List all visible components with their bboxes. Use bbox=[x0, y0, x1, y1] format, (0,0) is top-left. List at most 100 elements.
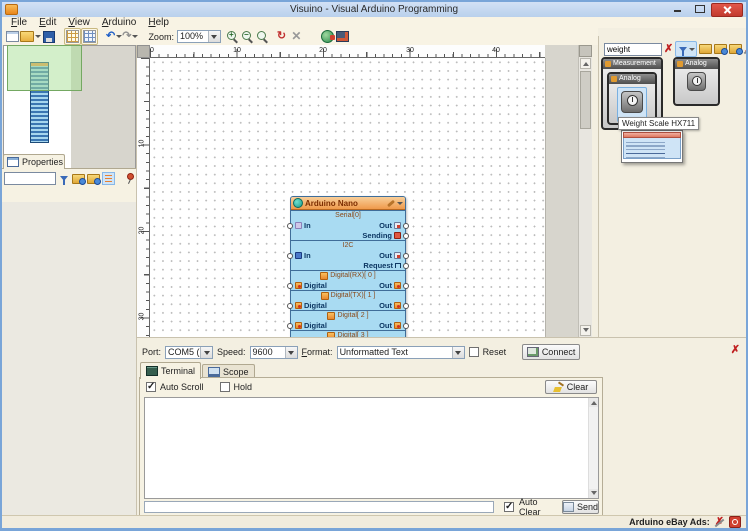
input-pin-connector[interactable] bbox=[287, 322, 293, 329]
menu-help[interactable]: Help bbox=[142, 17, 175, 28]
title-bar[interactable]: Visuino - Visual Arduino Programming bbox=[2, 2, 746, 17]
hold-label: Hold bbox=[233, 382, 253, 392]
filter-funnel-icon[interactable] bbox=[60, 176, 68, 185]
zoom-combobox[interactable]: 100% bbox=[176, 30, 221, 43]
expand-categories-icon[interactable] bbox=[714, 44, 729, 55]
properties-filter-input[interactable] bbox=[4, 172, 56, 185]
scroll-down-arrow[interactable] bbox=[580, 325, 591, 336]
redo-button[interactable]: ↷ bbox=[122, 29, 139, 44]
input-pin-connector[interactable] bbox=[287, 282, 293, 289]
canvas-vertical-scrollbar[interactable] bbox=[578, 45, 592, 337]
undo-icon: ↶ bbox=[106, 30, 116, 42]
expand-all-icon[interactable] bbox=[72, 173, 86, 185]
clear-search-icon[interactable]: ✗ bbox=[664, 43, 673, 55]
terminal-scroll-down[interactable] bbox=[589, 489, 598, 498]
undo-button[interactable]: ↶ bbox=[106, 29, 123, 44]
auto-clear-checkbox[interactable] bbox=[504, 501, 514, 512]
filter-dropdown-button[interactable] bbox=[675, 41, 698, 57]
arduino-nano-component[interactable]: Arduino Nano Serial[0] In Out Sending I2… bbox=[287, 196, 409, 351]
terminal-scroll-up[interactable] bbox=[589, 398, 598, 407]
pin-label: Request bbox=[363, 260, 393, 270]
analog-group-header[interactable]: Analog bbox=[675, 59, 718, 69]
port-combobox[interactable]: COM5 (Unav bbox=[165, 345, 214, 359]
weight-scale-component-button[interactable] bbox=[687, 72, 706, 96]
minimize-button[interactable] bbox=[667, 3, 688, 15]
section-title: Serial[0] bbox=[335, 212, 361, 219]
measurement-group-header[interactable]: Measurement bbox=[603, 59, 661, 69]
output-pin-connector[interactable] bbox=[403, 282, 409, 289]
disconnect-icon[interactable]: ✗ bbox=[731, 345, 740, 356]
scroll-up-arrow[interactable] bbox=[580, 58, 591, 69]
delete-button[interactable]: ✕ bbox=[289, 29, 304, 44]
output-pin-connector[interactable] bbox=[403, 222, 409, 229]
component-search-input[interactable] bbox=[604, 42, 662, 56]
pin-row: Digital Out bbox=[287, 300, 409, 310]
project-overview-minimap[interactable] bbox=[3, 45, 136, 170]
close-button[interactable] bbox=[711, 2, 743, 17]
auto-scroll-checkbox[interactable] bbox=[146, 381, 156, 392]
terminal-options-row: Auto Scroll Hold bbox=[146, 381, 253, 392]
category-folder-icon[interactable] bbox=[699, 44, 713, 54]
terminal-output[interactable] bbox=[144, 397, 599, 499]
zoom-in-button[interactable]: + bbox=[225, 29, 240, 44]
send-row: Auto Clear Send bbox=[144, 497, 599, 517]
component-title: Arduino Nano bbox=[305, 198, 358, 208]
wrench-icon[interactable] bbox=[386, 199, 396, 207]
zoom-reset-button[interactable] bbox=[255, 29, 270, 44]
output-pin-connector[interactable] bbox=[403, 252, 409, 259]
h-ruler-label: 40 bbox=[492, 47, 500, 54]
component-menu-icon[interactable] bbox=[397, 201, 403, 208]
menu-arduino[interactable]: Arduino bbox=[96, 17, 142, 28]
upload-to-arduino-button[interactable] bbox=[335, 29, 350, 44]
menu-view[interactable]: View bbox=[62, 17, 96, 28]
pin-panel-icon[interactable] bbox=[124, 173, 134, 184]
new-project-button[interactable] bbox=[5, 29, 20, 44]
minimap-viewport-rect[interactable] bbox=[7, 45, 82, 91]
hold-checkbox[interactable] bbox=[219, 382, 230, 392]
reset-checkbox[interactable] bbox=[468, 347, 479, 357]
analog-subgroup-header[interactable]: Analog bbox=[609, 74, 655, 84]
output-pin-connector[interactable] bbox=[403, 262, 409, 269]
input-pin-connector[interactable] bbox=[287, 222, 293, 229]
scrollbar-thumb[interactable] bbox=[580, 71, 591, 129]
h-ruler-label: 10 bbox=[233, 47, 241, 54]
terminal-scrollbar[interactable] bbox=[588, 398, 598, 498]
pin-row: In Out bbox=[287, 220, 409, 230]
tab-properties[interactable]: Properties bbox=[3, 154, 65, 169]
web-help-button[interactable] bbox=[320, 29, 335, 44]
connect-button[interactable]: Connect bbox=[522, 344, 581, 360]
show-grid-toggle[interactable] bbox=[81, 28, 98, 45]
snap-grid-toggle[interactable] bbox=[64, 28, 81, 45]
speed-dropdown-icon bbox=[284, 346, 297, 358]
send-text-input[interactable] bbox=[144, 501, 494, 513]
zoom-out-button[interactable]: − bbox=[240, 29, 255, 44]
output-pin-connector[interactable] bbox=[403, 232, 409, 239]
h-ruler-label: 20 bbox=[319, 47, 327, 54]
speed-combobox[interactable]: 9600 bbox=[249, 345, 298, 359]
collapse-categories-icon[interactable] bbox=[729, 44, 744, 55]
maximize-button[interactable] bbox=[689, 3, 710, 15]
clear-button[interactable]: Clear bbox=[545, 380, 597, 394]
menu-edit[interactable]: Edit bbox=[33, 17, 62, 28]
refresh-button[interactable]: ↻ bbox=[274, 29, 289, 44]
save-project-button[interactable] bbox=[41, 29, 56, 44]
design-canvas[interactable]: Arduino Nano Serial[0] In Out Sending I2… bbox=[150, 58, 546, 351]
open-project-button[interactable] bbox=[20, 29, 41, 44]
send-button[interactable]: Send bbox=[561, 500, 599, 514]
categorized-view-icon[interactable] bbox=[102, 172, 115, 185]
tab-terminal[interactable]: Terminal bbox=[140, 362, 202, 379]
speed-label: Speed: bbox=[217, 347, 246, 357]
ads-tools-icon[interactable]: ✗ bbox=[715, 516, 724, 528]
input-pin-connector[interactable] bbox=[287, 302, 293, 309]
component-header[interactable]: Arduino Nano bbox=[291, 197, 405, 210]
collapse-all-icon[interactable] bbox=[87, 173, 101, 185]
remove-component-icon[interactable]: ✗ bbox=[744, 43, 748, 55]
menu-file[interactable]: File bbox=[5, 17, 33, 28]
output-pin-connector[interactable] bbox=[403, 322, 409, 329]
ads-stop-icon[interactable] bbox=[729, 516, 741, 528]
input-pin-connector[interactable] bbox=[287, 252, 293, 259]
horizontal-ruler: 0 10 20 30 40 bbox=[150, 45, 545, 58]
scrollbar-top-button[interactable] bbox=[579, 45, 592, 57]
output-pin-connector[interactable] bbox=[403, 302, 409, 309]
format-combobox[interactable]: Unformatted Text bbox=[336, 345, 465, 359]
